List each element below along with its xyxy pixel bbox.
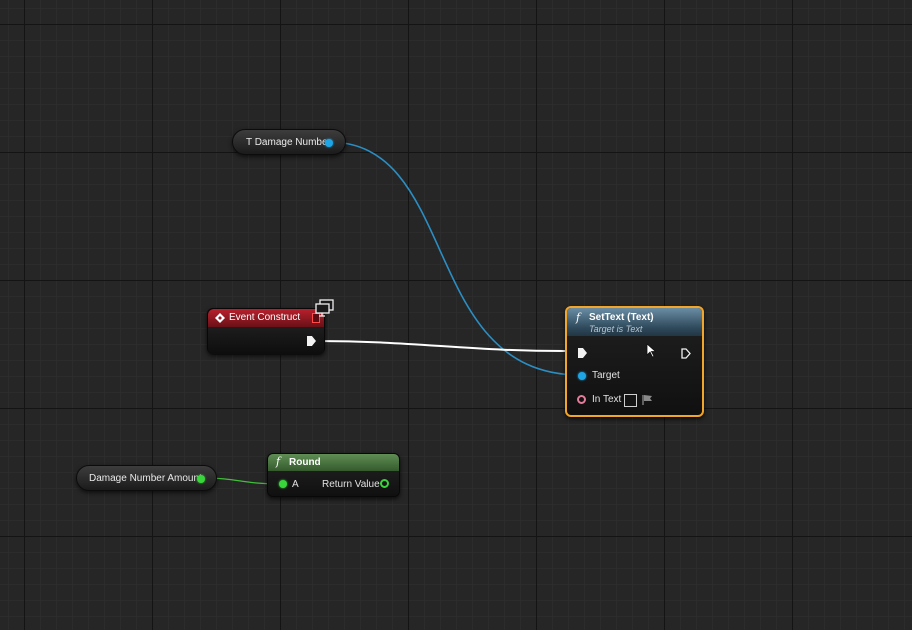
wire-exec[interactable] [315, 340, 579, 353]
var-node-t-damage-number[interactable]: T Damage Number [232, 129, 346, 155]
monitor-icon [315, 299, 334, 317]
settext-body: Target In Text [567, 336, 702, 415]
in-text-pin-label: In Text [592, 394, 622, 405]
function-icon: f [576, 311, 581, 324]
event-diamond-icon [215, 313, 225, 323]
settext-node[interactable]: f SetText (Text) Target is Text Target I… [565, 306, 704, 417]
event-title: Event Construct [229, 312, 301, 323]
settext-subtitle: Target is Text [589, 324, 643, 334]
round-title: Round [289, 457, 321, 468]
event-node-body [208, 327, 324, 355]
wire-target-object[interactable] [328, 141, 581, 376]
a-input-pin[interactable] [279, 480, 287, 488]
var-label: Damage Number Amount [89, 473, 202, 484]
event-construct-node[interactable]: Event Construct [207, 308, 325, 355]
exec-input-pin[interactable] [578, 348, 587, 358]
return-value-label: Return Value [322, 479, 380, 490]
function-icon: f [276, 455, 281, 468]
round-body: A Return Value [268, 471, 399, 496]
output-pin-float[interactable] [197, 475, 205, 483]
return-value-pin[interactable] [380, 479, 389, 488]
localize-flag-icon[interactable] [641, 394, 653, 406]
in-text-checkbox[interactable] [624, 394, 637, 407]
exec-output-pin[interactable] [307, 336, 316, 346]
round-header: f Round [268, 454, 399, 471]
wires-layer [200, 141, 581, 485]
target-pin[interactable] [578, 372, 586, 380]
a-pin-label: A [292, 479, 299, 490]
in-text-pin[interactable] [577, 395, 586, 404]
mouse-cursor-icon [646, 343, 657, 358]
settext-title: SetText (Text) [589, 312, 654, 323]
event-node-header: Event Construct [208, 309, 324, 327]
settext-header: f SetText (Text) Target is Text [567, 308, 702, 336]
output-pin-object[interactable] [325, 139, 333, 147]
exec-output-pin[interactable] [681, 348, 691, 359]
target-pin-label: Target [592, 370, 620, 381]
var-node-damage-number-amount[interactable]: Damage Number Amount [76, 465, 217, 491]
var-label: T Damage Number [246, 137, 331, 148]
round-node[interactable]: f Round A Return Value [267, 453, 400, 497]
